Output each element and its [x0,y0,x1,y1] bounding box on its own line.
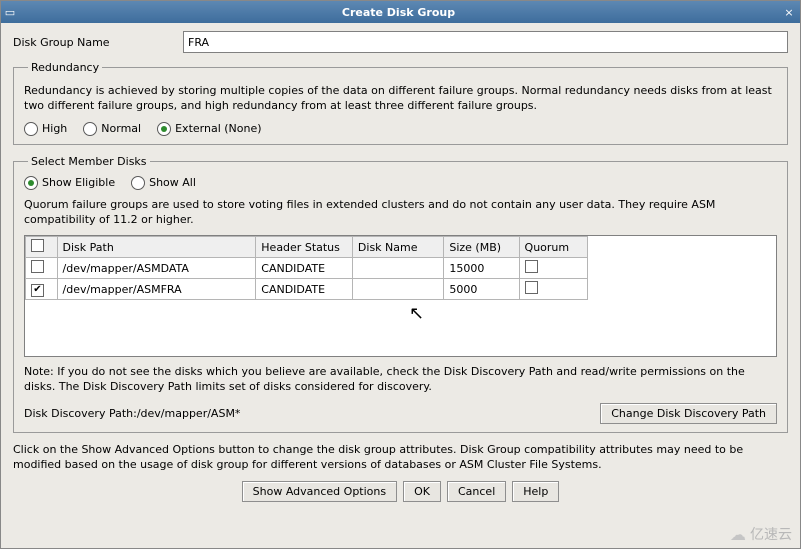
cell-disk-name[interactable] [352,279,443,300]
discovery-path-row: Disk Discovery Path:/dev/mapper/ASM* Cha… [24,403,777,424]
cell-header-status: CANDIDATE [256,258,353,279]
show-eligible-radio[interactable]: Show Eligible [24,176,115,190]
table-header-row: Disk Path Header Status Disk Name Size (… [26,237,588,258]
col-disk-path[interactable]: Disk Path [57,237,256,258]
cell-disk-path: /dev/mapper/ASMDATA [57,258,256,279]
change-discovery-path-button[interactable]: Change Disk Discovery Path [600,403,777,424]
dialog-window: ▭ Create Disk Group × Disk Group Name Re… [0,0,801,549]
redundancy-external-radio[interactable]: External (None) [157,122,261,136]
bottom-description: Click on the Show Advanced Options butto… [13,443,788,473]
radio-icon [157,122,171,136]
button-bar: Show Advanced Options OK Cancel Help [13,481,788,502]
discovery-path-text: Disk Discovery Path:/dev/mapper/ASM* [24,407,240,420]
watermark: ☁ 亿速云 [730,524,792,544]
disk-group-name-input[interactable] [183,31,788,53]
show-advanced-options-button[interactable]: Show Advanced Options [242,481,397,502]
redundancy-legend: Redundancy [28,61,102,74]
quorum-description: Quorum failure groups are used to store … [24,198,777,228]
system-menu-icon[interactable]: ▭ [1,6,19,19]
redundancy-description: Redundancy is achieved by storing multip… [24,84,777,114]
disk-group-name-label: Disk Group Name [13,36,183,49]
select-all-header[interactable] [26,237,58,258]
redundancy-radio-row: High Normal External (None) [24,122,777,136]
disks-table-container: Disk Path Header Status Disk Name Size (… [24,235,777,357]
radio-label: Show Eligible [42,176,115,189]
cancel-button[interactable]: Cancel [447,481,506,502]
cell-size-mb: 15000 [444,258,519,279]
radio-icon [24,176,38,190]
radio-icon [131,176,145,190]
cell-header-status: CANDIDATE [256,279,353,300]
titlebar: ▭ Create Disk Group × [1,1,800,23]
discovery-path-value: /dev/mapper/ASM* [137,407,241,420]
radio-label: High [42,122,67,135]
discovery-note: Note: If you do not see the disks which … [24,365,777,395]
close-icon[interactable]: × [778,6,800,19]
row-checkbox[interactable] [31,284,44,297]
table-row[interactable]: /dev/mapper/ASMDATA CANDIDATE 15000 [26,258,588,279]
radio-label: Show All [149,176,196,189]
radio-icon [83,122,97,136]
checkbox-icon [31,239,44,252]
window-title: Create Disk Group [19,6,778,19]
cell-size-mb: 5000 [444,279,519,300]
quorum-checkbox[interactable] [525,281,538,294]
disk-filter-row: Show Eligible Show All [24,176,777,190]
cloud-icon: ☁ [730,525,746,544]
redundancy-normal-radio[interactable]: Normal [83,122,141,136]
col-header-status[interactable]: Header Status [256,237,353,258]
redundancy-high-radio[interactable]: High [24,122,67,136]
member-disks-group: Select Member Disks Show Eligible Show A… [13,155,788,433]
disk-group-name-row: Disk Group Name [13,31,788,53]
cell-disk-path: /dev/mapper/ASMFRA [57,279,256,300]
col-size-mb[interactable]: Size (MB) [444,237,519,258]
cell-disk-name[interactable] [352,258,443,279]
content-area: Disk Group Name Redundancy Redundancy is… [1,23,800,508]
discovery-path-label: Disk Discovery Path: [24,407,137,420]
member-disks-legend: Select Member Disks [28,155,150,168]
radio-label: External (None) [175,122,261,135]
quorum-checkbox[interactable] [525,260,538,273]
redundancy-group: Redundancy Redundancy is achieved by sto… [13,61,788,145]
col-disk-name[interactable]: Disk Name [352,237,443,258]
radio-icon [24,122,38,136]
table-row[interactable]: /dev/mapper/ASMFRA CANDIDATE 5000 [26,279,588,300]
watermark-text: 亿速云 [750,524,792,544]
help-button[interactable]: Help [512,481,559,502]
ok-button[interactable]: OK [403,481,441,502]
show-all-radio[interactable]: Show All [131,176,196,190]
row-checkbox[interactable] [31,260,44,273]
col-quorum[interactable]: Quorum [519,237,587,258]
radio-label: Normal [101,122,141,135]
disks-table: Disk Path Header Status Disk Name Size (… [25,236,588,300]
